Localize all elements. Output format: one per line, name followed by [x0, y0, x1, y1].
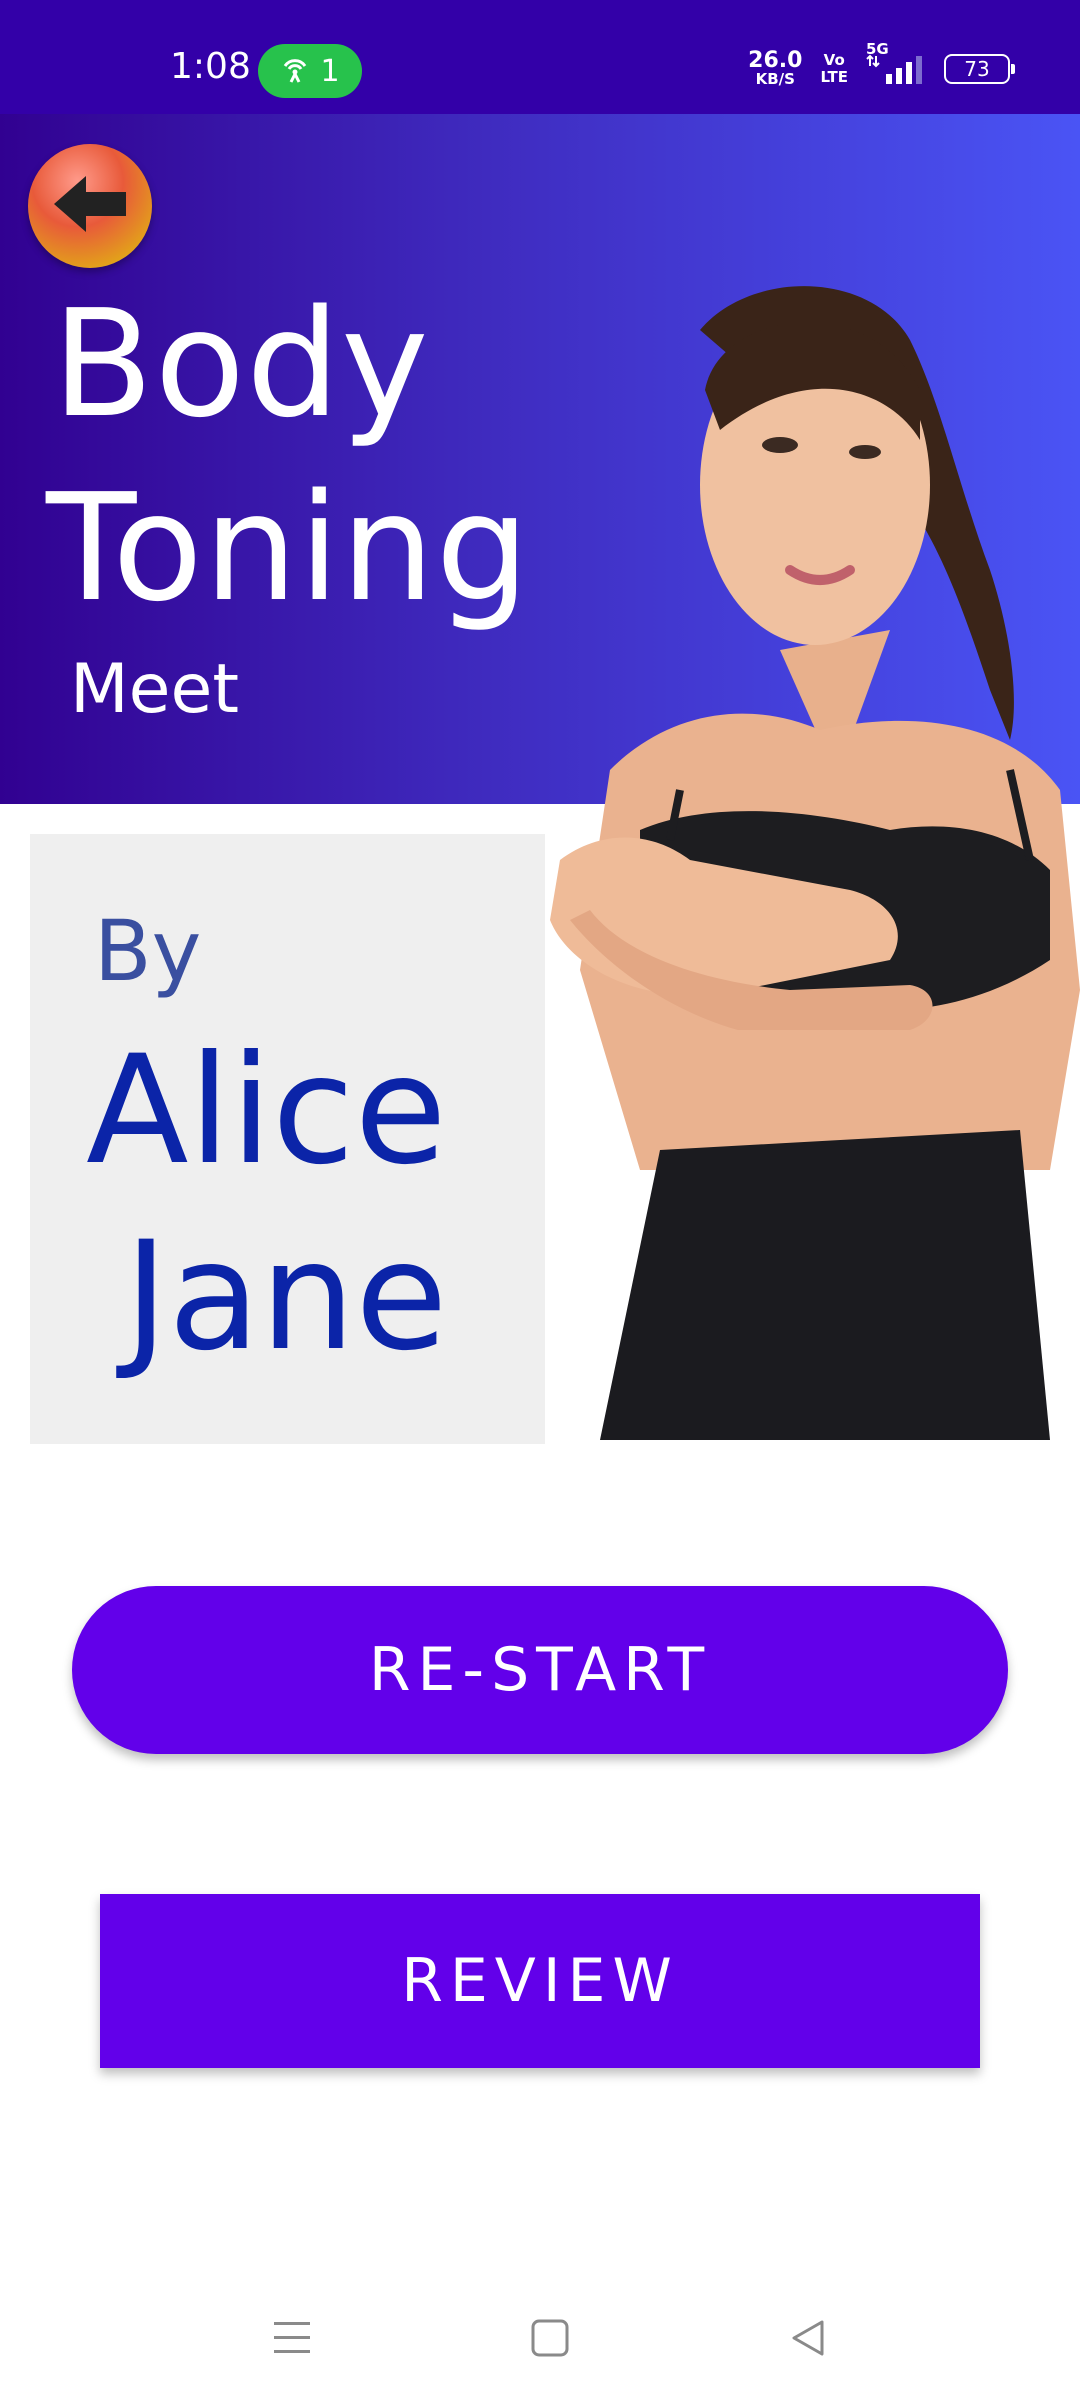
net-speed-value: 26.0 — [748, 48, 803, 73]
volte-indicator: Vo LTE — [820, 52, 848, 85]
model-photo — [550, 286, 1080, 1440]
review-button[interactable]: REVIEW — [100, 1894, 980, 2068]
net-speed: 26.0 KB/S — [748, 50, 802, 87]
battery-level: 73 — [964, 56, 990, 81]
nav-bar — [0, 2270, 1080, 2400]
hotspot-pill[interactable]: 1 — [258, 44, 362, 98]
back-button[interactable] — [28, 144, 152, 268]
hotspot-icon — [280, 54, 310, 89]
status-time: 1:08 — [170, 46, 251, 87]
battery-icon: 73 — [944, 53, 1015, 84]
status-bar: 1:08 1 26.0 KB/S Vo LTE 5G 73 — [0, 0, 1080, 114]
volte-top: Vo — [823, 51, 845, 69]
back-arrow-icon — [50, 172, 130, 241]
home-icon — [528, 2316, 572, 2365]
title-line-2: Toning — [46, 462, 531, 634]
back-triangle-icon — [786, 2316, 830, 2365]
author-by: By — [94, 902, 202, 1000]
hero-subtitle: Meet — [70, 650, 240, 729]
author-first-name: Alice — [86, 1024, 447, 1198]
home-button[interactable] — [520, 2310, 580, 2370]
author-last-name: Jane — [124, 1210, 448, 1384]
hotspot-count: 1 — [320, 53, 340, 89]
network-type: 5G — [866, 39, 889, 58]
status-indicators: 26.0 KB/S Vo LTE 5G 73 — [748, 40, 1015, 87]
signal-icon: 5G — [866, 40, 926, 86]
menu-icon — [270, 2318, 314, 2363]
title-line-1: Body — [52, 278, 430, 450]
net-speed-unit: KB/S — [755, 70, 795, 88]
menu-button[interactable] — [262, 2310, 322, 2370]
restart-button[interactable]: RE-START — [72, 1586, 1008, 1754]
volte-bottom: LTE — [820, 67, 848, 86]
back-nav-button[interactable] — [778, 2310, 838, 2370]
author-card: By Alice Jane — [30, 834, 545, 1444]
